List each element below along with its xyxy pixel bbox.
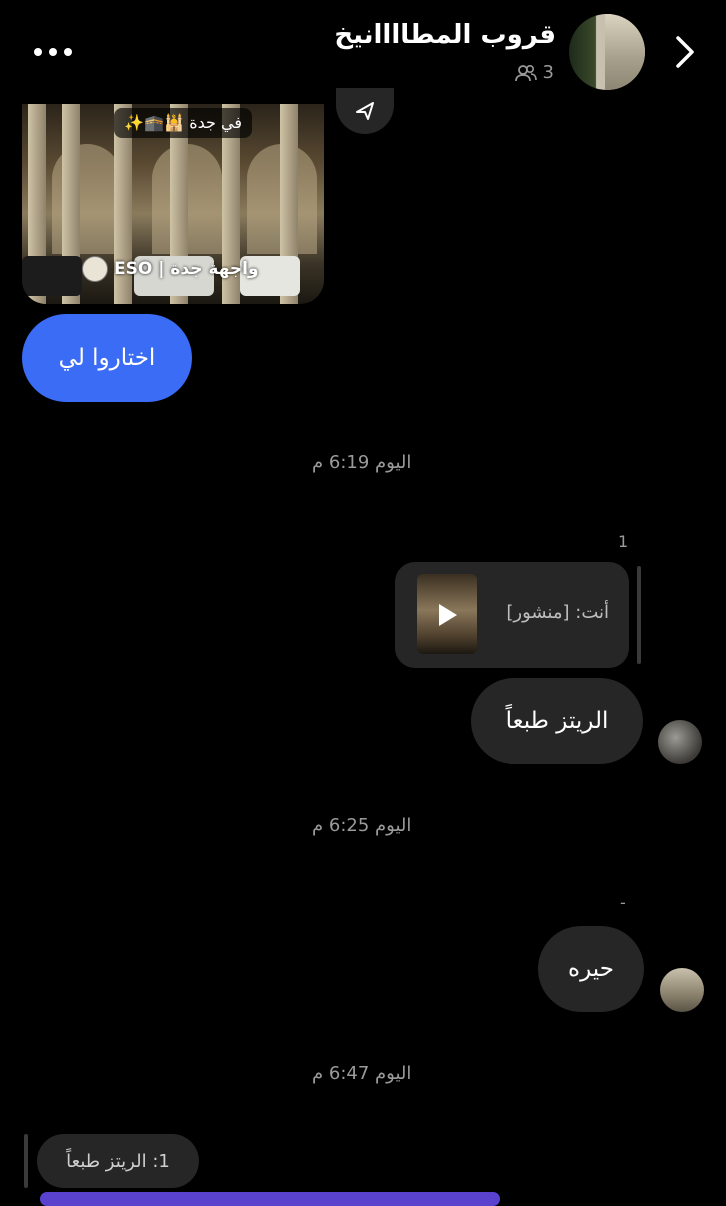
share-icon xyxy=(356,102,374,120)
message-bubble-received[interactable]: الريتز طبعاً xyxy=(471,678,643,764)
timestamp: اليوم 6:19 م xyxy=(312,452,412,473)
timestamp: اليوم 6:47 م xyxy=(312,1063,412,1084)
dot xyxy=(34,48,42,56)
share-button[interactable] xyxy=(336,88,394,134)
dot xyxy=(64,48,72,56)
chevron-right-icon[interactable] xyxy=(670,34,700,70)
reply-preview-card[interactable]: أنت: [منشور] xyxy=(395,562,629,668)
read-indicator: - xyxy=(620,893,626,912)
group-title[interactable]: قروب المطاااانيخ xyxy=(334,20,556,50)
member-count-value: 3 xyxy=(542,62,554,83)
timestamp: اليوم 6:25 م xyxy=(312,815,412,836)
avatar-image-half xyxy=(605,14,645,90)
message-composer[interactable] xyxy=(40,1192,500,1206)
post-account-name: واجهة جدة | ESO xyxy=(114,259,259,279)
reply-indicator-bar xyxy=(24,1134,28,1188)
car xyxy=(22,256,82,296)
message-bubble-sent[interactable]: اختاروا لي xyxy=(22,314,192,402)
play-icon xyxy=(439,604,457,626)
member-count: 3 xyxy=(514,62,554,83)
more-options-button[interactable] xyxy=(34,44,78,60)
people-icon xyxy=(514,64,537,81)
sender-avatar[interactable] xyxy=(660,968,704,1012)
message-bubble-received[interactable]: حيره xyxy=(538,926,644,1012)
account-logo-icon xyxy=(82,256,108,282)
shared-post-image[interactable]: في جدة 🕌🕋✨ واجهة جدة | ESO xyxy=(22,104,324,304)
read-count: 1 xyxy=(618,532,629,551)
reply-indicator-bar xyxy=(637,566,641,664)
sender-avatar[interactable] xyxy=(658,720,702,764)
group-avatar[interactable] xyxy=(569,14,645,90)
post-location-label: في جدة 🕌🕋✨ xyxy=(114,108,252,138)
replying-to-preview[interactable]: 1: الريتز طبعاً xyxy=(37,1134,199,1188)
reply-preview-label: أنت: [منشور] xyxy=(506,602,609,623)
post-account-label: واجهة جدة | ESO xyxy=(82,256,259,282)
post-thumbnail xyxy=(417,574,477,654)
dot xyxy=(49,48,57,56)
